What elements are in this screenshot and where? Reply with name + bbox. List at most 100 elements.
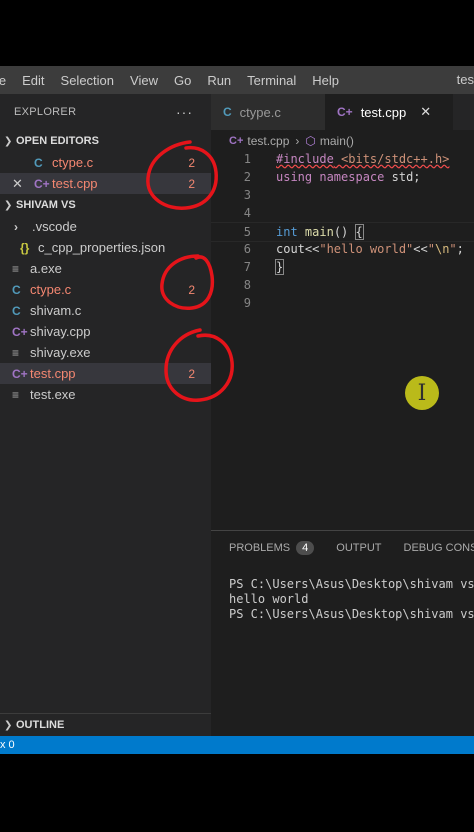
exe-file-icon: ≡ bbox=[12, 387, 20, 402]
cpp-file-icon: C+ bbox=[12, 366, 28, 381]
folder-header[interactable]: ❯ SHIVAM VS bbox=[0, 194, 211, 216]
breadcrumb: C+ test.cpp › ⬡ main() bbox=[211, 130, 474, 152]
menu-go[interactable]: Go bbox=[166, 73, 199, 88]
open-editors-title: OPEN EDITORS bbox=[16, 135, 99, 147]
file-a-exe[interactable]: ≡ a.exe bbox=[0, 258, 211, 279]
line-number: 6 bbox=[243, 242, 251, 256]
code-line-4: 4 bbox=[211, 204, 251, 222]
menu-terminal[interactable]: Terminal bbox=[239, 73, 304, 88]
breadcrumb-symbol[interactable]: main() bbox=[320, 134, 354, 148]
file-test-cpp[interactable]: C+ test.cpp 2 bbox=[0, 363, 211, 384]
code-line-6: 6 cout<<"hello world"<<"\n"; bbox=[211, 240, 464, 258]
file-label: shivam.c bbox=[30, 303, 82, 318]
vscode-window: le Edit Selection View Go Run Terminal H… bbox=[0, 66, 474, 754]
c-file-icon: C bbox=[12, 303, 21, 318]
chevron-down-icon: ❯ bbox=[4, 135, 13, 147]
json-file-icon: {} bbox=[20, 240, 30, 255]
line-number: 7 bbox=[243, 260, 251, 274]
bottom-panel: PROBLEMS4 OUTPUT DEBUG CONSOLE PS C:\Use… bbox=[211, 530, 474, 737]
line-number: 9 bbox=[243, 296, 251, 310]
open-editor-test-cpp[interactable]: ✕ C+ test.cpp 2 bbox=[0, 173, 211, 194]
explorer-sidebar: EXPLORER ··· ❯ OPEN EDITORS C ctype.c 2 … bbox=[0, 94, 215, 736]
problem-count-badge: 2 bbox=[188, 282, 195, 297]
file-shivay-exe[interactable]: ≡ shivay.exe bbox=[0, 342, 211, 363]
file-label: test.cpp bbox=[30, 366, 76, 381]
editor-tab-bar: C ctype.c C+ test.cpp ✕ bbox=[211, 94, 474, 130]
file-label: a.exe bbox=[30, 261, 62, 276]
file-label: shivay.cpp bbox=[30, 324, 91, 339]
file-shivay-cpp[interactable]: C+ shivay.cpp bbox=[0, 321, 211, 342]
file-label: .vscode bbox=[32, 219, 77, 234]
menu-bar: le Edit Selection View Go Run Terminal H… bbox=[0, 66, 474, 94]
explorer-title: EXPLORER bbox=[14, 106, 77, 118]
terminal-output[interactable]: PS C:\Users\Asus\Desktop\shivam vs> hell… bbox=[211, 565, 474, 622]
line-number: 5 bbox=[243, 225, 251, 239]
mouse-cursor-icon: I bbox=[405, 376, 439, 410]
menu-selection[interactable]: Selection bbox=[53, 73, 122, 88]
code-line-5: 5 int main() { bbox=[211, 222, 474, 242]
file-label: test.cpp bbox=[52, 176, 98, 191]
file-label: ctype.c bbox=[30, 282, 72, 297]
line-code: int main() { bbox=[276, 224, 364, 240]
problem-count-badge: 2 bbox=[188, 176, 195, 191]
tab-ctype-c[interactable]: C ctype.c bbox=[211, 94, 325, 130]
line-number: 3 bbox=[243, 188, 251, 202]
breadcrumb-separator: › bbox=[295, 134, 300, 148]
file-ctype-c[interactable]: C ctype.c 2 bbox=[0, 279, 211, 300]
outline-header[interactable]: ❯ OUTLINE bbox=[0, 713, 215, 736]
code-line-7: 7 } bbox=[211, 258, 285, 276]
menu-file[interactable]: le bbox=[0, 73, 14, 88]
cpp-file-icon: C+ bbox=[229, 135, 244, 147]
cpp-file-icon: C+ bbox=[34, 176, 50, 191]
close-icon[interactable]: ✕ bbox=[420, 104, 431, 120]
file-c-cpp-properties-json[interactable]: {} c_cpp_properties.json bbox=[0, 237, 211, 258]
code-line-9: 9 bbox=[211, 294, 251, 312]
exe-file-icon: ≡ bbox=[12, 261, 20, 276]
tab-label: ctype.c bbox=[239, 104, 281, 120]
menu-edit[interactable]: Edit bbox=[14, 73, 52, 88]
code-editor[interactable]: 1 #include <bits/stdc++.h> 2 using names… bbox=[211, 150, 474, 530]
code-line-2: 2 using namespace std; bbox=[211, 168, 421, 186]
menu-run[interactable]: Run bbox=[199, 73, 239, 88]
tab-test-cpp[interactable]: C+ test.cpp ✕ bbox=[325, 94, 453, 130]
terminal-line: PS C:\Users\Asus\Desktop\shivam vs> bbox=[229, 577, 474, 591]
terminal-line: hello world bbox=[229, 592, 309, 606]
file-shivam-c[interactable]: C shivam.c bbox=[0, 300, 211, 321]
problem-count-badge: 2 bbox=[188, 155, 195, 170]
menu-help[interactable]: Help bbox=[304, 73, 347, 88]
menu-view[interactable]: View bbox=[122, 73, 166, 88]
explorer-header: EXPLORER ··· bbox=[0, 94, 211, 130]
file-test-exe[interactable]: ≡ test.exe bbox=[0, 384, 211, 405]
file-label: test.exe bbox=[30, 387, 76, 402]
code-line-1: 1 #include <bits/stdc++.h> bbox=[211, 150, 450, 168]
close-icon[interactable]: ✕ bbox=[12, 176, 28, 192]
open-editor-ctype-c[interactable]: C ctype.c 2 bbox=[0, 152, 211, 173]
open-editors-header[interactable]: ❯ OPEN EDITORS bbox=[0, 130, 211, 152]
file-label: ctype.c bbox=[52, 155, 94, 170]
status-problems[interactable]: x 0 bbox=[0, 739, 15, 751]
status-bar: x 0 bbox=[0, 736, 474, 754]
code-line-3: 3 bbox=[211, 186, 251, 204]
window-title: tes bbox=[456, 72, 474, 87]
problem-count-badge: 2 bbox=[188, 366, 195, 381]
folder-title: SHIVAM VS bbox=[16, 199, 76, 211]
breadcrumb-file[interactable]: test.cpp bbox=[247, 134, 289, 148]
c-file-icon: C bbox=[34, 155, 43, 170]
chevron-right-icon: › bbox=[14, 219, 18, 234]
more-actions-icon[interactable]: ··· bbox=[176, 104, 193, 120]
cube-icon: ⬡ bbox=[305, 134, 316, 148]
terminal-line: PS C:\Users\Asus\Desktop\shivam vs> bbox=[229, 607, 474, 621]
folder-vscode[interactable]: › .vscode bbox=[0, 216, 211, 237]
tab-output[interactable]: OUTPUT bbox=[336, 542, 381, 554]
outline-title: OUTLINE bbox=[16, 719, 65, 731]
tab-problems[interactable]: PROBLEMS 4 bbox=[229, 541, 315, 555]
line-number: 2 bbox=[243, 170, 251, 184]
line-code: using namespace std; bbox=[276, 170, 421, 184]
line-code: } bbox=[274, 259, 285, 275]
cpp-file-icon: C+ bbox=[337, 105, 353, 119]
problems-count-badge: 4 bbox=[296, 541, 315, 555]
tab-debug-console[interactable]: DEBUG CONSOLE bbox=[404, 542, 474, 554]
line-number: 1 bbox=[243, 152, 251, 166]
cpp-file-icon: C+ bbox=[12, 324, 28, 339]
file-label: c_cpp_properties.json bbox=[38, 240, 166, 255]
